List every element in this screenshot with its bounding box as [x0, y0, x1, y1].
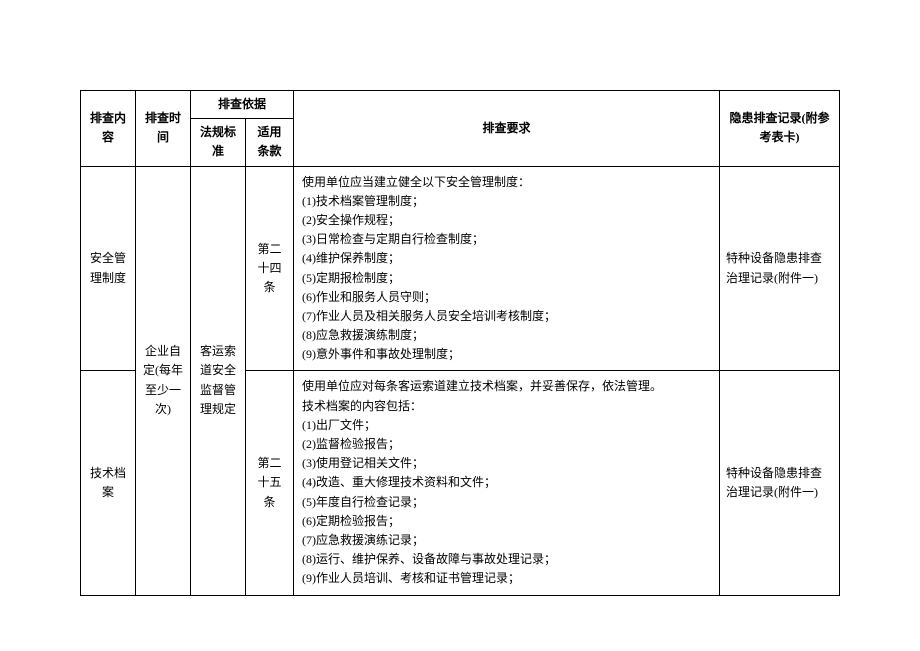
cell-record: 特种设备隐患排查治理记录(附件一) [720, 166, 840, 371]
cell-regulation: 客运索道安全监督管理规定 [191, 166, 246, 595]
cell-inspect-time: 企业自定(每年至少一次) [136, 166, 191, 595]
requirement-line: (5)定期报检制度； [302, 269, 711, 288]
requirement-line: 技术档案的内容包括： [302, 397, 711, 416]
header-requirements: 排查要求 [294, 91, 720, 167]
table-row: 安全管理制度 企业自定(每年至少一次) 客运索道安全监督管理规定 第二十四条 使… [81, 166, 840, 371]
cell-content: 技术档案 [81, 371, 136, 595]
requirement-line: (1)技术档案管理制度； [302, 192, 711, 211]
requirement-line: (8)应急救援演练制度； [302, 326, 711, 345]
requirement-line: (2)安全操作规程； [302, 211, 711, 230]
requirement-line: (9)作业人员培训、考核和证书管理记录； [302, 569, 711, 588]
requirement-line: (2)监督检验报告； [302, 435, 711, 454]
header-basis-regulation: 法规标准 [191, 119, 246, 166]
requirement-line: 使用单位应对每条客运索道建立技术档案，并妥善保存，依法管理。 [302, 377, 711, 396]
cell-record: 特种设备隐患排查治理记录(附件一) [720, 371, 840, 595]
cell-requirements: 使用单位应对每条客运索道建立技术档案，并妥善保存，依法管理。技术档案的内容包括：… [294, 371, 720, 595]
requirement-line: (9)意外事件和事故处理制度； [302, 345, 711, 364]
cell-clause: 第二十五条 [246, 371, 294, 595]
requirement-line: (4)维护保养制度； [302, 249, 711, 268]
requirement-line: (7)应急救援演练记录； [302, 531, 711, 550]
requirement-line: 使用单位应当建立健全以下安全管理制度： [302, 173, 711, 192]
header-record: 隐患排查记录(附参考表卡) [720, 91, 840, 167]
requirement-line: (5)年度自行检查记录； [302, 493, 711, 512]
header-content: 排查内容 [81, 91, 136, 167]
requirement-line: (6)作业和服务人员守则； [302, 288, 711, 307]
cell-requirements: 使用单位应当建立健全以下安全管理制度：(1)技术档案管理制度；(2)安全操作规程… [294, 166, 720, 371]
cell-clause: 第二十四条 [246, 166, 294, 371]
requirement-line: (1)出厂文件； [302, 416, 711, 435]
requirement-line: (8)运行、维护保养、设备故障与事故处理记录； [302, 550, 711, 569]
requirement-line: (4)改造、重大修理技术资料和文件； [302, 473, 711, 492]
requirement-line: (6)定期检验报告； [302, 512, 711, 531]
requirement-line: (3)使用登记相关文件； [302, 454, 711, 473]
requirement-line: (3)日常检查与定期自行检查制度； [302, 230, 711, 249]
header-basis: 排查依据 [191, 91, 294, 119]
requirement-line: (7)作业人员及相关服务人员安全培训考核制度； [302, 307, 711, 326]
cell-content: 安全管理制度 [81, 166, 136, 371]
header-basis-clause: 适用条款 [246, 119, 294, 166]
inspection-table: 排查内容 排查时间 排查依据 排查要求 隐患排查记录(附参考表卡) 法规标准 适… [80, 90, 840, 596]
header-time: 排查时间 [136, 91, 191, 167]
